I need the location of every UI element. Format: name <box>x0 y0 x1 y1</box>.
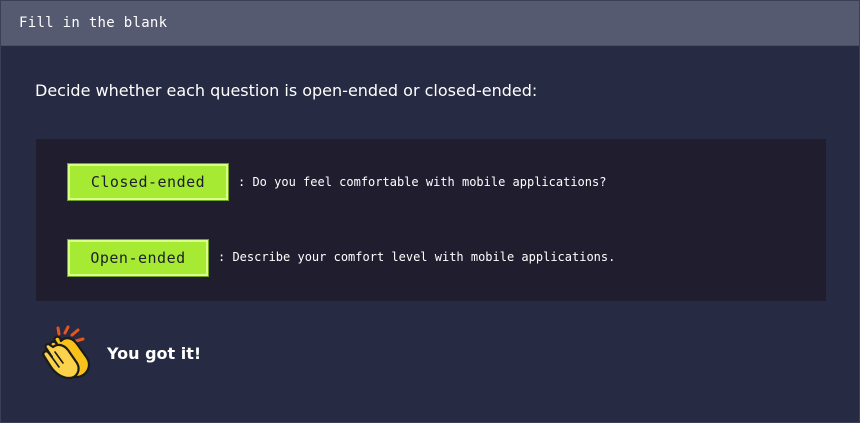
questions-panel: Closed-ended : Do you feel comfortable w… <box>36 139 826 301</box>
clapping-hands-icon <box>42 325 91 380</box>
feedback-text: You got it! <box>107 343 202 363</box>
feedback-row: You got it! <box>39 323 201 383</box>
answer-blank-2[interactable]: Open-ended <box>67 239 209 277</box>
exercise-card: Fill in the blank Decide whether each qu… <box>0 0 860 423</box>
exercise-header: Fill in the blank <box>1 1 859 46</box>
answer-blank-1[interactable]: Closed-ended <box>67 163 229 201</box>
question-text-1: : Do you feel comfortable with mobile ap… <box>238 175 607 189</box>
exercise-title: Fill in the blank <box>19 15 168 31</box>
question-text-2: : Describe your comfort level with mobil… <box>218 250 616 264</box>
exercise-prompt: Decide whether each question is open-end… <box>35 81 538 100</box>
